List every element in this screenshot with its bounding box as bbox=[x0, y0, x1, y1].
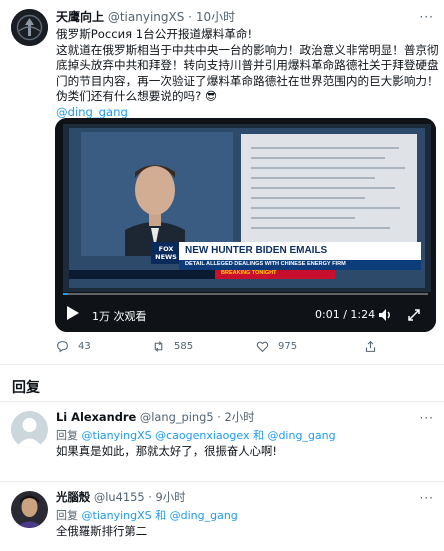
news-banner-title: NEW HUNTER BIDEN EMAILS bbox=[185, 245, 328, 256]
replying-to: 回复 @tianyingXS @caogenxiaogex 和 @ding_ga… bbox=[56, 427, 336, 443]
video-player[interactable]: FOX NEWS NEW HUNTER BIDEN EMAILS DETAIL … bbox=[55, 118, 436, 332]
reply-timestamp[interactable]: 9小时 bbox=[155, 490, 185, 504]
reply-header: Li Alexandre @lang_ping5 · 2小时 bbox=[56, 410, 414, 425]
share-upload-icon bbox=[365, 340, 376, 352]
reply-tweet[interactable]: Li Alexandre @lang_ping5 · 2小时 ··· 回复 @t… bbox=[0, 402, 444, 482]
mention-link[interactable]: @ding_gang bbox=[56, 105, 128, 119]
retweet-count: 585 bbox=[174, 341, 194, 352]
heart-icon bbox=[256, 341, 269, 353]
replying-prefix: 回复 bbox=[56, 429, 82, 442]
tweet-line: 底掉头放弃中共和拜登！转向支持川普并引用爆料革命路德社关于拜登硬盘 bbox=[56, 58, 439, 72]
separator-dot: · bbox=[217, 410, 221, 424]
reply-tweet[interactable]: 光腦殼 @lu4155 · 9小时 ··· 回复 @tianyingXS 和 @… bbox=[0, 482, 444, 551]
tweet-line: 门的节目内容，再一次验证了爆料革命路德社在世界范围内的巨大影响力！ bbox=[56, 73, 439, 88]
news-banner-subtitle: DETAIL ALLEGED DEALINGS WITH CHINESE ENE… bbox=[185, 261, 346, 267]
author-avatar[interactable] bbox=[11, 9, 48, 46]
tweet-line: 这就道在俄罗斯相当于中共中央一台的影响力！政治意义非常明显！普京彻 bbox=[56, 42, 439, 57]
author-name[interactable]: 天鹰向上 bbox=[56, 10, 104, 24]
share-action[interactable] bbox=[364, 340, 377, 353]
reply-count: 43 bbox=[78, 341, 91, 352]
reply-text: 如果真是如此，那就太好了，很振奋人心啊! bbox=[56, 444, 277, 458]
fox-news-logo: FOX NEWS bbox=[152, 245, 180, 261]
reply-timestamp[interactable]: 2小时 bbox=[225, 410, 255, 424]
view-count: 1万 次观看 bbox=[92, 310, 147, 323]
reply-action[interactable]: 43 bbox=[56, 340, 91, 353]
breaking-label: BREAKING TONIGHT bbox=[221, 270, 277, 276]
more-options-icon[interactable]: ··· bbox=[420, 491, 434, 505]
network-label: FOX NEWS bbox=[155, 245, 177, 261]
retweet-arrows-icon bbox=[154, 341, 163, 352]
like-count: 975 bbox=[278, 341, 298, 352]
expand-icon[interactable] bbox=[406, 307, 422, 326]
tweet-timestamp[interactable]: 10小时 bbox=[196, 10, 235, 24]
reply-avatar[interactable] bbox=[11, 491, 48, 528]
tweet-header: 天鹰向上 @tianyingXS · 10小时 bbox=[56, 9, 414, 25]
reply-author-name[interactable]: Li Alexandre bbox=[56, 410, 136, 424]
tweet-actions: 43 585 975 bbox=[56, 340, 436, 356]
replies-heading: 回复 bbox=[12, 380, 40, 396]
video-controls: 1万 次观看 0:01 / 1:24 bbox=[55, 303, 436, 327]
reply-text: 全俄羅斯排行第二 bbox=[56, 524, 148, 538]
like-action[interactable]: 975 bbox=[256, 340, 297, 353]
tweet-line: 伪类们还有什么想要说的吗? 😎 bbox=[56, 89, 218, 103]
video-time: 0:01 / 1:24 bbox=[315, 308, 376, 321]
volume-icon[interactable] bbox=[377, 307, 393, 326]
replies-section-header: 回复 bbox=[0, 365, 444, 402]
tweet-text: 俄罗斯Россия 1台公开报道爆料革命! 这就道在俄罗斯相当于中共中央一台的影… bbox=[56, 27, 439, 120]
main-tweet[interactable]: 天鹰向上 @tianyingXS · 10小时 ··· 俄罗斯Россия 1台… bbox=[0, 0, 444, 365]
separator-dot: · bbox=[188, 10, 192, 24]
replying-to: 回复 @tianyingXS 和 @ding_gang bbox=[56, 507, 238, 523]
separator-dot: · bbox=[148, 490, 152, 504]
replying-to-mentions[interactable]: @tianyingXS 和 @ding_gang bbox=[82, 509, 238, 522]
author-handle[interactable]: @tianyingXS bbox=[108, 10, 185, 24]
replying-to-mentions[interactable]: @tianyingXS @caogenxiaogex 和 @ding_gang bbox=[82, 429, 336, 442]
more-options-icon[interactable]: ··· bbox=[420, 411, 434, 425]
retweet-action[interactable]: 585 bbox=[152, 340, 193, 353]
video-frame[interactable] bbox=[55, 118, 436, 332]
reply-author-handle[interactable]: @lu4155 bbox=[94, 490, 145, 504]
reply-header: 光腦殼 @lu4155 · 9小时 bbox=[56, 490, 414, 505]
reply-avatar[interactable] bbox=[11, 411, 48, 448]
more-options-icon[interactable]: ··· bbox=[420, 10, 434, 24]
tweet-line: 俄罗斯Россия 1台公开报道爆料革命! bbox=[56, 27, 253, 41]
reply-author-handle[interactable]: @lang_ping5 bbox=[140, 410, 214, 424]
replying-prefix: 回复 bbox=[56, 509, 82, 522]
play-icon[interactable] bbox=[67, 306, 79, 320]
video-progress-fill bbox=[63, 293, 68, 295]
reply-author-name[interactable]: 光腦殼 bbox=[56, 490, 90, 504]
speech-bubble-icon bbox=[57, 341, 68, 353]
video-progress-track[interactable] bbox=[63, 293, 428, 295]
